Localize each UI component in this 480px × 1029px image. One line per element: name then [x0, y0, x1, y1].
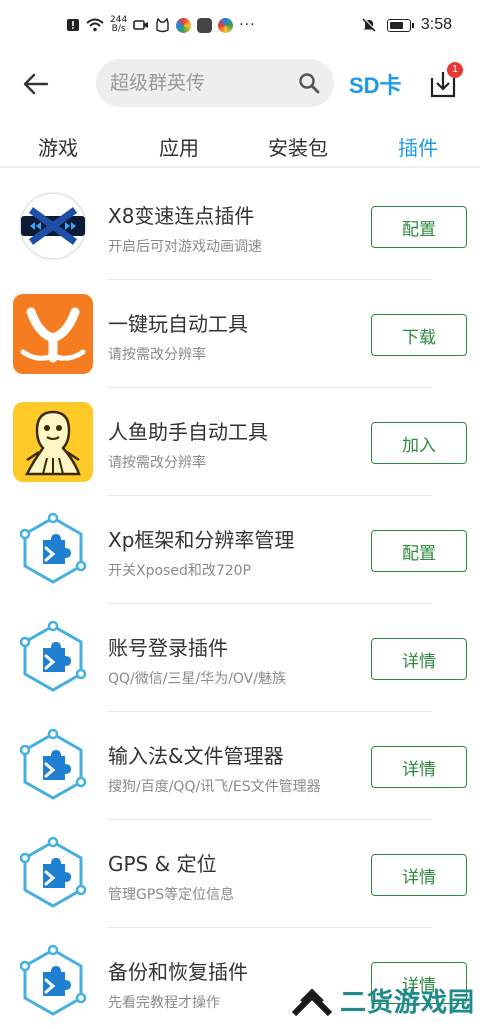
game-app-icon: [197, 17, 213, 33]
item-title: 备份和恢复插件: [108, 960, 248, 984]
sd-card-toggle[interactable]: SD卡: [349, 68, 402, 100]
item-subtitle: 先看完教程才操作: [108, 995, 220, 1011]
watermark-logo-icon: [291, 987, 333, 1016]
x8-speed-icon: [13, 186, 93, 266]
battery-icon: [386, 18, 414, 32]
item-title: 一键玩自动工具: [108, 312, 248, 336]
plugin-puzzle-icon: [13, 726, 93, 806]
item-subtitle: 请按需改分辨率: [108, 347, 206, 363]
status-icons-left: 244 B/s ···: [66, 16, 256, 34]
tabs-divider: [0, 166, 480, 168]
status-icons-right: 3:58: [361, 16, 452, 34]
back-button[interactable]: [20, 68, 52, 100]
item-title: 人鱼助手自动工具: [108, 420, 268, 444]
site-watermark: 二货游戏园: [290, 982, 475, 1019]
alert-icon: [67, 19, 79, 31]
configure-button[interactable]: 配置: [371, 530, 467, 572]
tab-games[interactable]: 游戏: [38, 132, 78, 161]
plugin-puzzle-icon: [13, 834, 93, 914]
list-item: 人鱼助手自动工具 请按需改分辨率 加入: [0, 388, 480, 496]
list-item: GPS & 定位 管理GPS等定位信息 详情: [0, 820, 480, 928]
item-title: X8变速连点插件: [108, 204, 255, 228]
tab-plugins[interactable]: 插件: [398, 132, 438, 161]
tab-apps[interactable]: 应用: [159, 132, 199, 161]
item-title: Xp框架和分辨率管理: [108, 528, 295, 552]
yijianwan-icon: [13, 294, 93, 374]
overflow-dots: ···: [239, 17, 256, 33]
list-item: Xp框架和分辨率管理 开关Xposed和改720P 配置: [0, 496, 480, 604]
plugin-puzzle-icon: [13, 510, 93, 590]
list-item: 一键玩自动工具 请按需改分辨率 下载: [0, 280, 480, 388]
colorful-app-icon-2: [218, 17, 234, 33]
status-bar: 244 B/s ··· 3:58: [0, 0, 480, 56]
plugin-puzzle-icon: [13, 942, 93, 1022]
search-icon[interactable]: [298, 72, 320, 94]
watermark-text: 二货游戏园: [340, 988, 476, 1018]
item-subtitle: 搜狗/百度/QQ/讯飞/ES文件管理器: [108, 779, 321, 795]
item-subtitle: 管理GPS等定位信息: [108, 887, 235, 903]
network-speed: 244 B/s: [110, 16, 127, 34]
item-subtitle: 请按需改分辨率: [108, 455, 206, 471]
join-button[interactable]: 加入: [371, 422, 467, 464]
item-subtitle: 开关Xposed和改720P: [108, 563, 252, 579]
item-title: 输入法&文件管理器: [108, 744, 284, 768]
item-title: 账号登录插件: [108, 636, 228, 660]
mute-bell-icon: [362, 18, 377, 32]
colorful-app-icon: [176, 17, 192, 33]
item-title: GPS & 定位: [108, 852, 217, 876]
list-item: 账号登录插件 QQ/微信/三星/华为/OV/魅族 详情: [0, 604, 480, 712]
list-item: 输入法&文件管理器 搜狗/百度/QQ/讯飞/ES文件管理器 详情: [0, 712, 480, 820]
category-tabs: 游戏 应用 安装包 插件: [0, 124, 480, 168]
details-button[interactable]: 详情: [371, 638, 467, 680]
top-bar: SD卡: [0, 56, 480, 112]
configure-button[interactable]: 配置: [371, 206, 467, 248]
mermaid-helper-icon: [13, 402, 93, 482]
details-button[interactable]: 详情: [371, 854, 467, 896]
clock: 3:58: [420, 16, 452, 33]
video-icon: [133, 20, 149, 30]
cat-app-icon: [156, 17, 169, 32]
net-speed-unit: B/s: [111, 24, 126, 34]
tab-install-packages[interactable]: 安装包: [268, 132, 328, 161]
item-subtitle: 开启后可对游戏动画调速: [108, 239, 262, 255]
search-box[interactable]: [96, 59, 334, 107]
download-button[interactable]: 下载: [371, 314, 467, 356]
details-button[interactable]: 详情: [371, 746, 467, 788]
item-subtitle: QQ/微信/三星/华为/OV/魅族: [108, 671, 286, 687]
wifi-icon: [86, 18, 104, 32]
search-input[interactable]: [110, 59, 290, 107]
download-count-badge: 1: [447, 62, 463, 78]
list-item: X8变速连点插件 开启后可对游戏动画调速 配置: [0, 172, 480, 280]
plugin-puzzle-icon: [13, 618, 93, 698]
back-arrow-icon: [23, 73, 49, 95]
